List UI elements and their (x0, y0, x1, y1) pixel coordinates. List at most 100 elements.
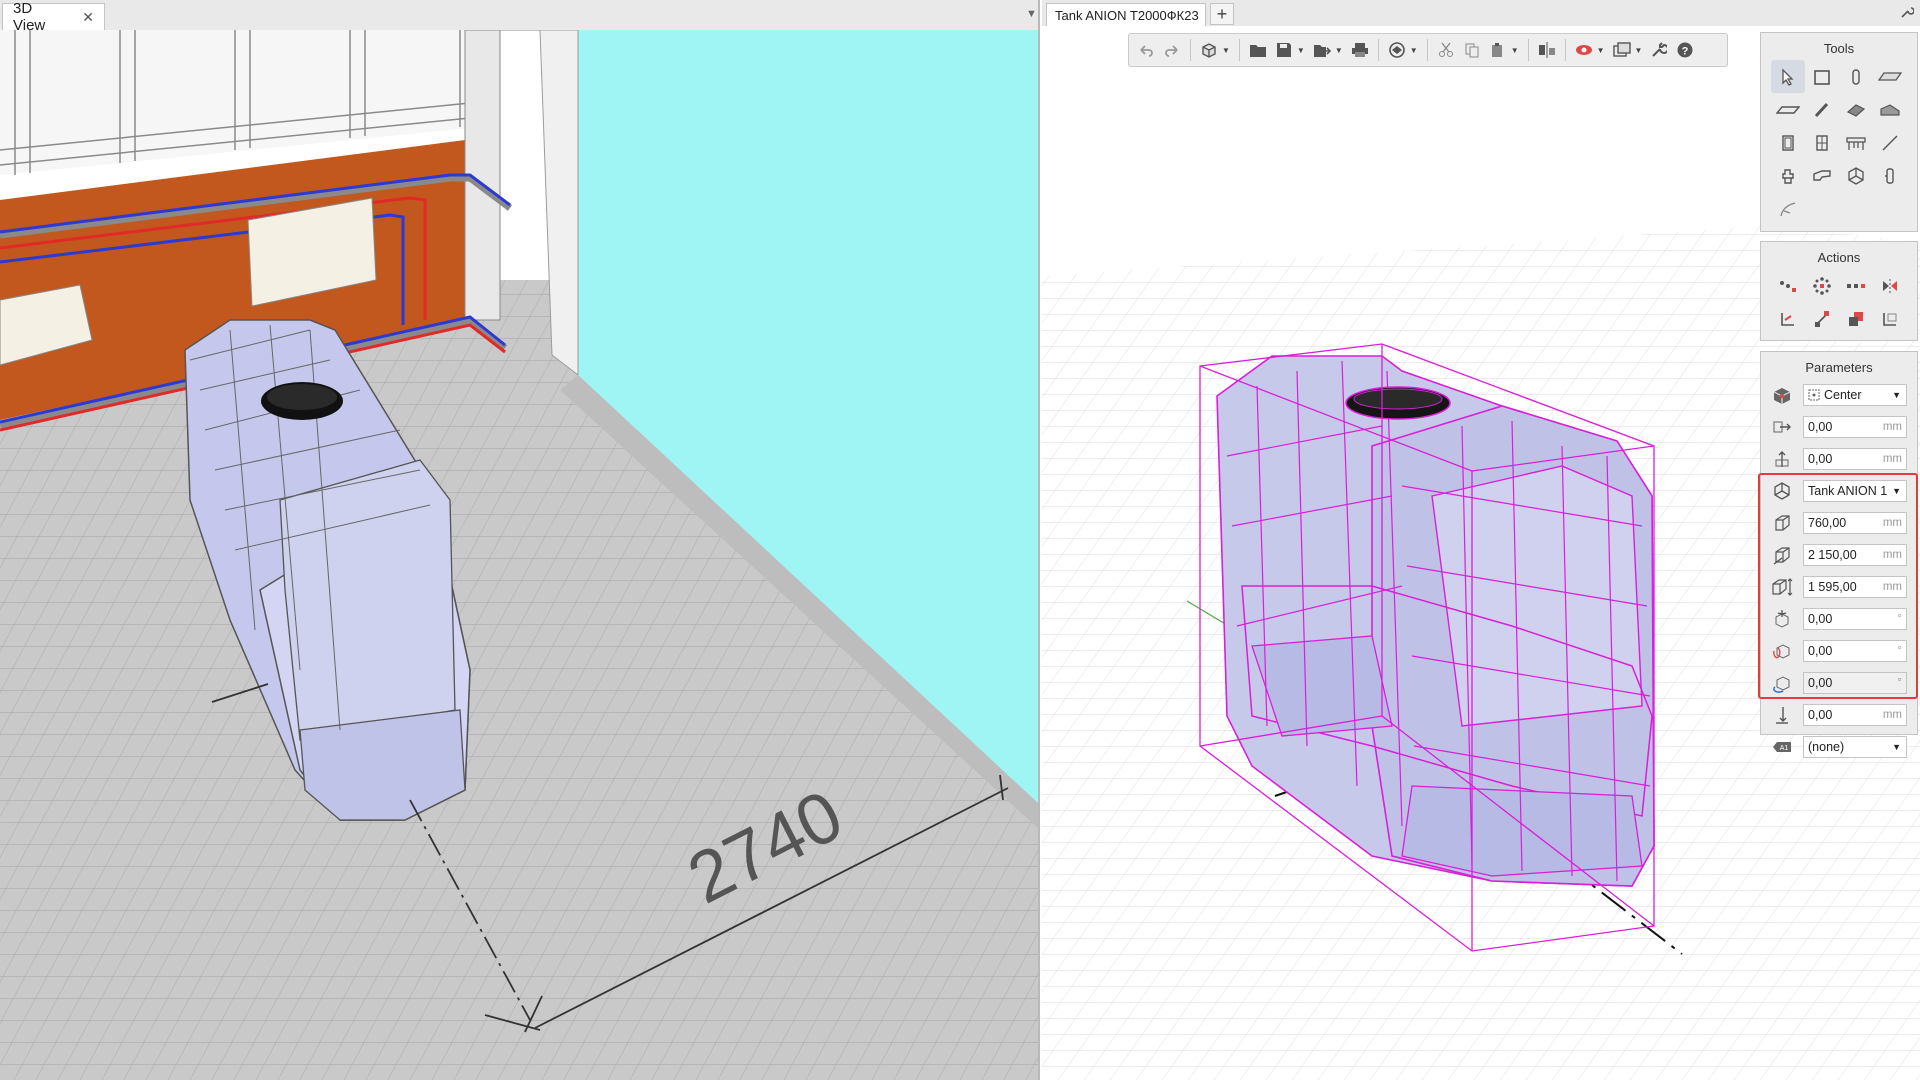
cut-icon[interactable] (1435, 39, 1457, 61)
snap-icon[interactable] (1873, 302, 1907, 335)
unit-label: mm (1882, 421, 1902, 433)
chevron-down-icon[interactable]: ▼ (1222, 46, 1230, 55)
wedge-icon[interactable] (1873, 93, 1907, 126)
model-row: Tank ANION 1 ▼ (1761, 475, 1917, 507)
tools-panel-title: Tools (1823, 41, 1855, 56)
anchor-row: Center ▼ (1761, 379, 1917, 411)
actions-panel-title: Actions (1817, 250, 1861, 265)
rotation-y-field[interactable]: 0,00 ° (1803, 672, 1907, 694)
chevron-down-icon[interactable]: ▼ (1297, 46, 1305, 55)
layer-select[interactable]: (none) ▼ (1803, 736, 1907, 758)
chevron-down-icon[interactable]: ▼ (1511, 46, 1519, 55)
layer-tag-icon: A1 (1769, 734, 1795, 760)
offset-y-icon (1769, 446, 1795, 472)
elevation-row: 0,00 mm (1761, 699, 1917, 731)
rotate-z-icon (1769, 606, 1795, 632)
bench-icon[interactable] (1839, 126, 1873, 159)
redo-icon[interactable] (1161, 39, 1183, 61)
model-select-value: Tank ANION 1 (1808, 484, 1888, 498)
grid-center-icon (1808, 389, 1820, 401)
rotation-x-field[interactable]: 0,00 ° (1803, 640, 1907, 662)
rotate-x-icon (1769, 638, 1795, 664)
rotate-icon[interactable] (1771, 302, 1805, 335)
export-icon[interactable] (1311, 39, 1333, 61)
rotation-x-value: 0,00 (1808, 644, 1833, 658)
curve-icon[interactable] (1771, 192, 1805, 225)
rotation-z-field[interactable]: 0,00 ° (1803, 608, 1907, 630)
length-icon (1769, 542, 1795, 568)
sheet-icon[interactable] (1839, 93, 1873, 126)
tab-list-dropdown-icon[interactable]: ▼ (1026, 8, 1037, 20)
add-tab-button[interactable]: + (1210, 3, 1234, 25)
pipe-fitting-icon[interactable] (1805, 159, 1839, 192)
settings-wrench-icon[interactable] (1648, 39, 1670, 61)
help-icon[interactable]: ? (1674, 39, 1696, 61)
offset-x-row: 0,00 mm (1761, 411, 1917, 443)
mirror-icon[interactable] (1873, 269, 1907, 302)
move-points-icon[interactable] (1771, 269, 1805, 302)
height-value: 1 595,00 (1808, 580, 1857, 594)
open-folder-icon[interactable] (1247, 39, 1269, 61)
chevron-down-icon[interactable]: ▼ (1635, 46, 1643, 55)
rotation-y-row: 0,00 ° (1761, 667, 1917, 699)
tab-3d-view[interactable]: 3D View ✕ (2, 0, 105, 34)
width-icon (1769, 510, 1795, 536)
box-icon[interactable] (1805, 60, 1839, 93)
width-field[interactable]: 760,00 mm (1803, 512, 1907, 534)
unit-label: ° (1897, 613, 1902, 625)
tab-tank-anion[interactable]: Tank ANION T2000ФК23 ✕ (1046, 3, 1219, 26)
door-icon[interactable] (1771, 126, 1805, 159)
slab-icon[interactable] (1771, 93, 1805, 126)
view-cube-icon[interactable] (1198, 39, 1220, 61)
parameters-panel-title: Parameters (1805, 360, 1873, 375)
unit-label: ° (1897, 645, 1902, 657)
render-icon[interactable] (1386, 39, 1408, 61)
offset-x-field[interactable]: 0,00 mm (1803, 416, 1907, 438)
window-icon[interactable] (1805, 126, 1839, 159)
offset-y-field[interactable]: 0,00 mm (1803, 448, 1907, 470)
select-cursor-icon[interactable] (1771, 60, 1805, 93)
display-mode-icon[interactable] (1611, 39, 1633, 61)
anchor-select-value: Center (1824, 388, 1862, 402)
model-polyhedron-icon (1769, 478, 1795, 504)
undo-icon[interactable] (1135, 39, 1157, 61)
model-select[interactable]: Tank ANION 1 ▼ (1803, 480, 1907, 502)
svg-text:A1: A1 (1780, 745, 1789, 752)
scale-icon[interactable] (1805, 302, 1839, 335)
save-icon[interactable] (1273, 39, 1295, 61)
elevation-field[interactable]: 0,00 mm (1803, 704, 1907, 726)
rotation-z-value: 0,00 (1808, 612, 1833, 626)
width-value: 760,00 (1808, 516, 1847, 530)
close-icon[interactable]: ✕ (82, 9, 94, 26)
unit-label: mm (1882, 581, 1902, 593)
anchor-select[interactable]: Center ▼ (1803, 384, 1907, 406)
copy-object-icon[interactable] (1839, 302, 1873, 335)
copy-icon[interactable] (1461, 39, 1483, 61)
array-circular-icon[interactable] (1805, 269, 1839, 302)
unit-label: mm (1882, 549, 1902, 561)
polyhedron-icon[interactable] (1839, 159, 1873, 192)
print-icon[interactable] (1349, 39, 1371, 61)
visibility-icon[interactable] (1573, 39, 1595, 61)
chevron-down-icon[interactable]: ▼ (1410, 46, 1418, 55)
chevron-down-icon[interactable]: ▼ (1597, 46, 1605, 55)
parameters-panel: Parameters Center ▼ 0,00 mm 0,00 mm Tank… (1760, 351, 1918, 758)
height-field[interactable]: 1 595,00 mm (1803, 576, 1907, 598)
3d-viewport[interactable]: 2740 (0, 30, 1040, 1080)
offset-x-icon (1769, 414, 1795, 440)
length-value: 2 150,00 (1808, 548, 1857, 562)
plate-icon[interactable] (1873, 60, 1907, 93)
line-icon[interactable] (1873, 126, 1907, 159)
handle-icon[interactable] (1873, 159, 1907, 192)
paste-icon[interactable] (1487, 39, 1509, 61)
faucet-icon[interactable] (1771, 159, 1805, 192)
array-linear-icon[interactable] (1839, 269, 1873, 302)
pane-settings-icon[interactable] (1900, 5, 1915, 22)
chevron-down-icon: ▼ (1892, 486, 1901, 496)
chevron-down-icon[interactable]: ▼ (1335, 46, 1343, 55)
length-field[interactable]: 2 150,00 mm (1803, 544, 1907, 566)
cylinder-icon[interactable] (1839, 60, 1873, 93)
align-icon[interactable] (1536, 39, 1558, 61)
main-toolbar: ▼ ▼ ▼ ▼ ▼ ▼ ▼ ? (1128, 33, 1728, 67)
beam-icon[interactable] (1805, 93, 1839, 126)
